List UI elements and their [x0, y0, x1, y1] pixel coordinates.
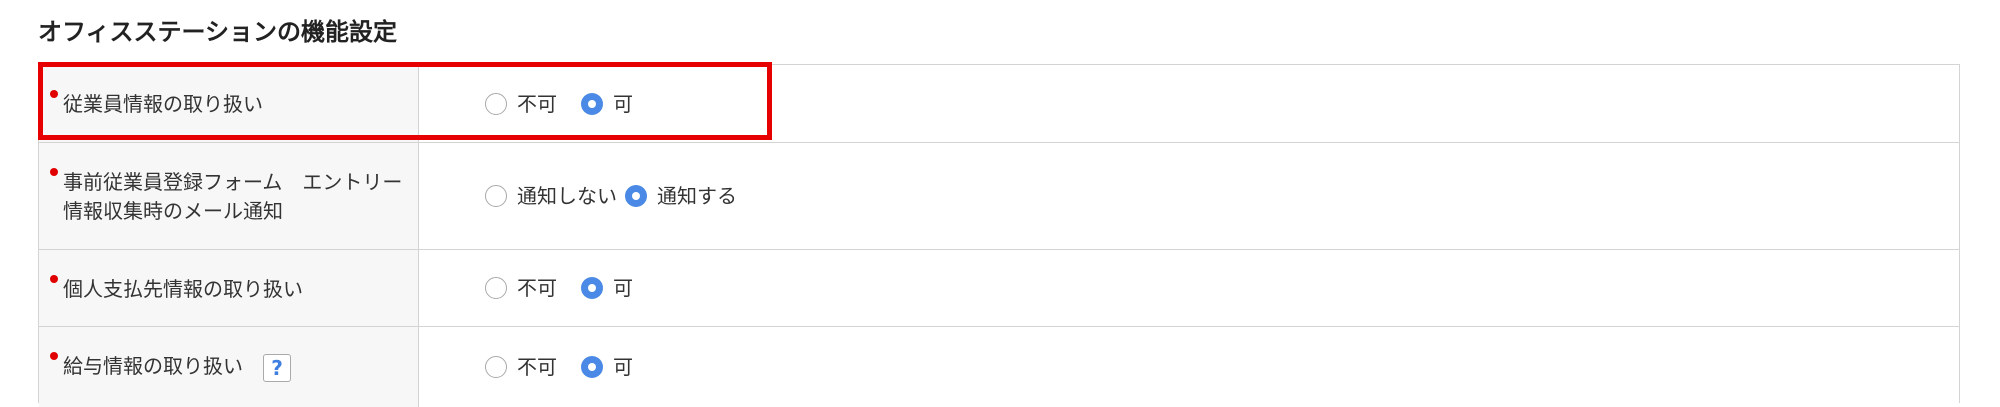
option-label: 不可 [517, 91, 557, 116]
radio-option-allow[interactable]: 可 [581, 355, 633, 379]
setting-row-entry-mail-notification: 事前従業員登録フォーム エントリー情報収集時のメール通知 通知しない 通知する [39, 143, 1959, 250]
radio-group-salary-info: 不可 可 [441, 327, 1959, 407]
option-label: 可 [613, 91, 633, 116]
radio-unchecked-icon[interactable] [485, 185, 507, 207]
required-marker [50, 275, 58, 283]
settings-table: 従業員情報の取り扱い 不可 可 事前従業員登録フォーム エントリー情報収集時のメ… [38, 64, 1960, 407]
row-label-cell: 従業員情報の取り扱い [39, 65, 419, 142]
required-marker [50, 352, 58, 360]
option-label: 不可 [517, 355, 557, 379]
radio-option-disallow[interactable]: 不可 [485, 92, 557, 116]
radio-checked-icon[interactable] [625, 185, 647, 207]
radio-group-mail-notification: 通知しない 通知する [441, 143, 1959, 249]
option-label: 可 [613, 355, 633, 379]
radio-unchecked-icon[interactable] [485, 277, 507, 299]
setting-label-wrapper: 給与情報の取り扱い? [63, 352, 403, 382]
radio-option-notify[interactable]: 通知する [625, 184, 737, 208]
radio-option-disallow[interactable]: 不可 [485, 355, 557, 379]
required-marker [50, 90, 58, 98]
radio-group-payee-info: 不可 可 [441, 250, 1959, 326]
radio-option-disallow[interactable]: 不可 [485, 276, 557, 300]
setting-label: 従業員情報の取り扱い [63, 92, 263, 116]
setting-label: 事前従業員登録フォーム エントリー情報収集時のメール通知 [63, 170, 403, 223]
setting-label: 個人支払先情報の取り扱い [63, 277, 303, 301]
help-icon[interactable]: ? [263, 353, 291, 382]
setting-label: 給与情報の取り扱い [63, 354, 243, 378]
row-label-cell: 事前従業員登録フォーム エントリー情報収集時のメール通知 [39, 143, 419, 249]
row-label-cell: 個人支払先情報の取り扱い [39, 250, 419, 326]
radio-option-no-notify[interactable]: 通知しない [485, 184, 617, 208]
radio-group-employee-info: 不可 可 [441, 65, 1959, 142]
radio-checked-icon[interactable] [581, 92, 603, 115]
setting-row-employee-info: 従業員情報の取り扱い 不可 可 [39, 65, 1959, 143]
radio-checked-icon[interactable] [581, 356, 603, 378]
option-label: 通知する [657, 184, 737, 208]
required-marker [50, 168, 58, 176]
setting-row-salary-info: 給与情報の取り扱い? 不可 可 [39, 327, 1959, 407]
section-title: オフィスステーションの機能設定 [38, 18, 398, 46]
radio-unchecked-icon[interactable] [485, 92, 507, 115]
radio-option-allow[interactable]: 可 [581, 276, 633, 300]
option-label: 不可 [517, 276, 557, 300]
radio-unchecked-icon[interactable] [485, 356, 507, 378]
option-label: 通知しない [517, 184, 617, 208]
row-label-cell: 給与情報の取り扱い? [39, 327, 419, 407]
radio-option-allow[interactable]: 可 [581, 92, 633, 116]
setting-row-payee-info: 個人支払先情報の取り扱い 不可 可 [39, 250, 1959, 327]
radio-checked-icon[interactable] [581, 277, 603, 299]
option-label: 可 [613, 276, 633, 300]
